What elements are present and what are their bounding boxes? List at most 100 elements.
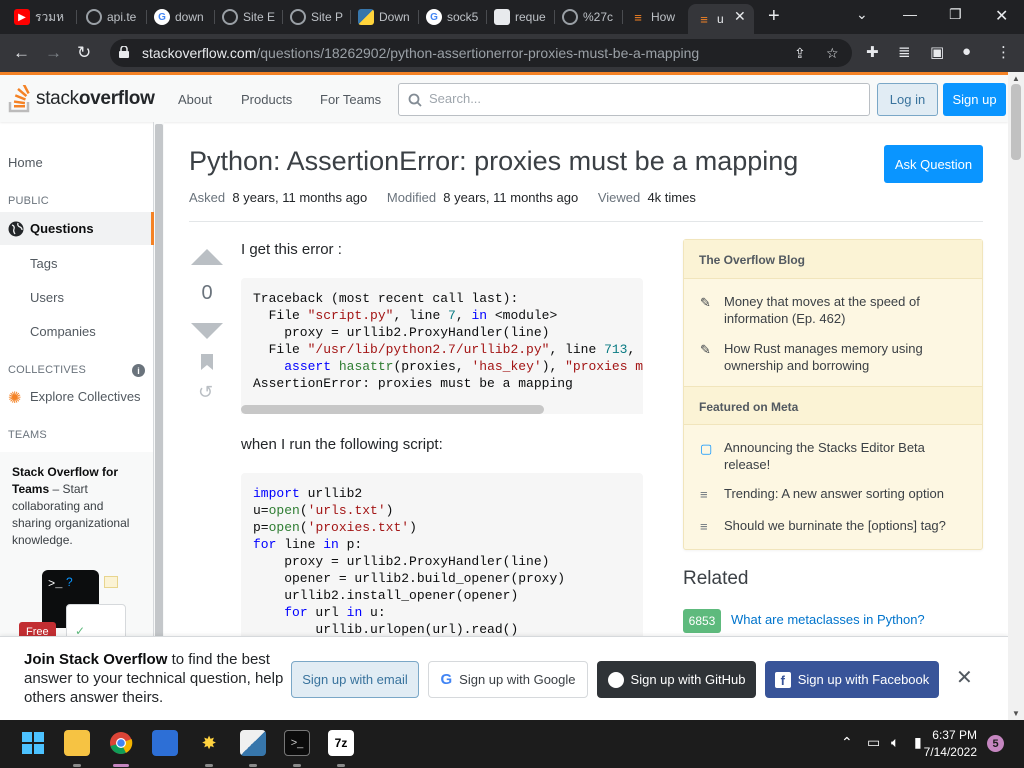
site-header: stackoverflow About Products For Teams L…: [0, 72, 1008, 122]
close-tab-icon[interactable]: ✕: [734, 8, 746, 25]
profile-icon[interactable]: ●: [962, 43, 971, 60]
log-in-button[interactable]: Log in: [877, 83, 938, 116]
address-bar[interactable]: stackoverflow.com/questions/18262902/pyt…: [110, 39, 852, 67]
history-icon[interactable]: ↺: [198, 382, 213, 403]
sidebar-item-questions[interactable]: Questions: [0, 212, 154, 245]
nav-products[interactable]: Products: [241, 92, 292, 107]
question-mark-icon: ?: [66, 575, 73, 589]
nav-for-teams[interactable]: For Teams: [320, 92, 381, 107]
code-scrollbar-thumb[interactable]: [241, 405, 544, 414]
meta-item[interactable]: ≡ Trending: A new answer sorting option: [700, 485, 970, 503]
related-question-link[interactable]: What are metaclasses in Python?: [731, 612, 925, 627]
sidebar-item-explore-collectives[interactable]: Explore Collectives: [30, 389, 141, 404]
file-explorer-icon[interactable]: [64, 730, 90, 756]
browser-tab[interactable]: reque: [486, 4, 552, 30]
downvote-arrow-icon[interactable]: [191, 322, 223, 340]
browser-tab[interactable]: ≡ How: [622, 4, 688, 30]
close-window-icon[interactable]: ✕: [995, 6, 1008, 26]
sign-up-button[interactable]: Sign up: [943, 83, 1006, 116]
menu-kebab-icon[interactable]: ⋮: [996, 43, 1011, 61]
close-icon[interactable]: ✕: [956, 665, 973, 690]
sign-up-email-button[interactable]: Sign up with email: [291, 661, 419, 698]
clock-date[interactable]: 7/14/2022: [919, 745, 977, 759]
upvote-arrow-icon[interactable]: [191, 248, 223, 266]
notification-badge[interactable]: 5: [987, 735, 1004, 752]
tab-title: รวมห: [35, 9, 65, 24]
sign-up-facebook-button[interactable]: f Sign up with Facebook: [765, 661, 939, 698]
bookmark-icon[interactable]: [201, 354, 213, 370]
tab-title: down: [175, 10, 204, 24]
store-icon[interactable]: [152, 730, 178, 756]
page-scrollbar-thumb[interactable]: [1011, 84, 1021, 160]
nav-about[interactable]: About: [178, 92, 212, 107]
bookmark-star-icon[interactable]: ☆: [826, 45, 839, 62]
ask-question-button[interactable]: Ask Question: [884, 145, 983, 183]
app-icon[interactable]: ✸: [196, 730, 222, 756]
reload-icon[interactable]: ↻: [77, 43, 91, 63]
tab-search-icon[interactable]: ⌄: [856, 6, 868, 23]
browser-tab[interactable]: %27c: [554, 4, 620, 30]
sidebar-section-public: PUBLIC: [8, 195, 49, 207]
page-scrollbar[interactable]: ▲ ▼: [1008, 72, 1024, 720]
sidebar-item-companies[interactable]: Companies: [30, 324, 96, 339]
windows-start-icon[interactable]: [20, 730, 46, 756]
meta-item-link[interactable]: Trending: A new answer sorting option: [724, 485, 944, 503]
meta-item-link[interactable]: Announcing the Stacks Editor Beta releas…: [724, 439, 970, 473]
scroll-up-arrow-icon[interactable]: ▲: [1012, 74, 1020, 83]
browser-tab[interactable]: Site P: [282, 4, 348, 30]
volume-icon[interactable]: 🔈︎: [891, 734, 899, 751]
sign-up-google-button[interactable]: G Sign up with Google: [428, 661, 588, 698]
sidebar-item-tags[interactable]: Tags: [30, 256, 57, 271]
sidebar-scrollbar-thumb[interactable]: [155, 124, 163, 718]
code-line: proxy = urllib2.ProxyHandler(line): [253, 325, 550, 340]
search-box[interactable]: [398, 83, 870, 116]
meta-item[interactable]: ≡ Should we burninate the [options] tag?: [700, 517, 970, 535]
blog-item-link[interactable]: How Rust manages memory using ownership …: [724, 340, 970, 374]
sidebar-item-users[interactable]: Users: [30, 290, 64, 305]
meta-item-link[interactable]: Should we burninate the [options] tag?: [724, 517, 946, 535]
stackoverflow-logo-icon: [8, 85, 30, 113]
lock-icon: [119, 46, 129, 58]
sticky-note-icon: [104, 576, 118, 588]
search-input[interactable]: [429, 91, 849, 106]
new-tab-icon[interactable]: +: [768, 5, 780, 28]
info-icon[interactable]: i: [132, 364, 145, 377]
blog-item[interactable]: ✎ How Rust manages memory using ownershi…: [700, 340, 970, 374]
script-code-block: import urllib2 u=open('urls.txt') p=open…: [241, 473, 643, 643]
blog-item[interactable]: ✎ Money that moves at the speed of infor…: [700, 293, 970, 327]
stackoverflow-icon: ≡: [634, 9, 642, 25]
sidebar-item-home[interactable]: Home: [8, 155, 43, 170]
side-panel-icon[interactable]: ▣: [930, 43, 944, 61]
scroll-down-arrow-icon[interactable]: ▼: [1012, 709, 1020, 718]
blog-item-link[interactable]: Money that moves at the speed of informa…: [724, 293, 970, 327]
browser-tab[interactable]: Down: [350, 4, 416, 30]
minimize-icon[interactable]: —: [903, 6, 917, 22]
forward-arrow-icon[interactable]: →: [45, 43, 62, 63]
browser-tab[interactable]: G down: [146, 4, 212, 30]
chrome-icon[interactable]: [108, 730, 134, 756]
terminal-icon[interactable]: >_: [284, 730, 310, 756]
7zip-icon[interactable]: 7z: [328, 730, 354, 756]
extensions-icon[interactable]: ✚: [866, 43, 879, 61]
clock-time[interactable]: 6:37 PM: [925, 728, 977, 742]
network-icon[interactable]: ▭: [867, 734, 880, 751]
sidebar-scrollbar[interactable]: [154, 122, 164, 720]
browser-tab[interactable]: api.te: [78, 4, 144, 30]
back-arrow-icon[interactable]: ←: [13, 43, 30, 63]
code-line: for line in p:: [253, 537, 363, 552]
post-intro-text: I get this error :: [241, 241, 342, 258]
teams-promo-dash: –: [49, 482, 63, 496]
chevron-up-icon[interactable]: ⌃: [841, 734, 853, 751]
restore-icon[interactable]: ❐: [949, 6, 962, 23]
share-icon[interactable]: ⇪: [794, 45, 806, 62]
sign-up-github-button[interactable]: Sign up with GitHub: [597, 661, 756, 698]
browser-tab[interactable]: G sock5: [418, 4, 484, 30]
media-icon[interactable]: ≣: [898, 43, 911, 61]
browser-tab[interactable]: ▶ รวมห: [6, 4, 72, 30]
question-title[interactable]: Python: AssertionError: proxies must be …: [189, 146, 798, 177]
browser-tab[interactable]: Site E: [214, 4, 280, 30]
stackoverflow-logo[interactable]: stackoverflow: [8, 85, 155, 113]
meta-item[interactable]: ▢ Announcing the Stacks Editor Beta rele…: [700, 439, 970, 473]
python-file-icon[interactable]: [240, 730, 266, 756]
code-horizontal-scrollbar[interactable]: [241, 404, 643, 414]
